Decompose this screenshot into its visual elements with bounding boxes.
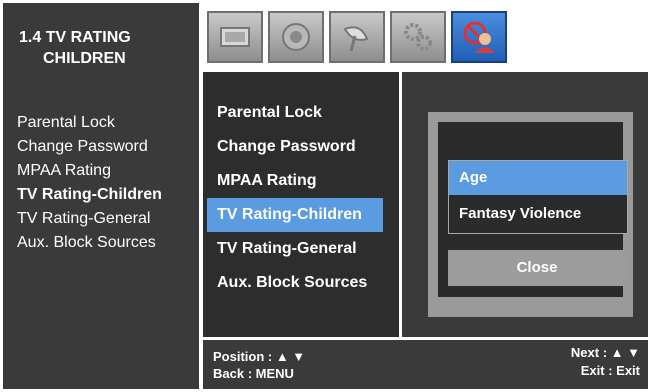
option-fantasy-violence[interactable]: Fantasy Violence (449, 197, 627, 231)
rating-dialog: Age Fantasy Violence Close (428, 112, 633, 317)
section-title-line2: CHILDREN (43, 50, 126, 67)
info-item-change-password: Change Password (17, 138, 148, 155)
hint-left: Position : ▲ ▼ Back : MENU (213, 348, 305, 382)
satellite-dish-icon (343, 26, 369, 52)
info-item-parental-lock: Parental Lock (17, 114, 115, 131)
back-hint: Back : MENU (213, 366, 294, 381)
picture-icon (220, 27, 250, 47)
menu-item-aux-block-sources[interactable]: Aux. Block Sources (207, 266, 383, 300)
submenu-panel: Age Fantasy Violence Close (402, 72, 648, 337)
hint-bar: Position : ▲ ▼ Back : MENU Next : ▲ ▼ Ex… (203, 340, 648, 389)
tab-picture[interactable] (207, 11, 263, 63)
sound-icon (282, 23, 310, 51)
parental-menu: Parental Lock Change Password MPAA Ratin… (203, 72, 399, 337)
menu-list: Parental Lock Change Password MPAA Ratin… (207, 96, 383, 300)
tab-parental[interactable] (451, 11, 507, 63)
osd-frame: 1.4 TV RATING CHILDREN Parental Lock Cha… (0, 0, 651, 392)
info-list: Parental Lock Change Password MPAA Ratin… (17, 111, 162, 255)
rating-options-list: Age Fantasy Violence (448, 160, 628, 234)
position-hint: Position : ▲ ▼ (213, 349, 306, 364)
option-age[interactable]: Age (449, 161, 627, 195)
next-hint: Next : ▲ ▼ (570, 345, 640, 360)
menu-item-tv-rating-general[interactable]: TV Rating-General (207, 232, 383, 266)
info-item-tv-rating-general: TV Rating-General (17, 210, 151, 227)
info-panel: 1.4 TV RATING CHILDREN Parental Lock Cha… (3, 3, 199, 389)
settings-gears-icon (404, 23, 432, 51)
info-item-tv-rating-children: TV Rating-Children (17, 186, 162, 203)
hint-right: Next : ▲ ▼ Exit : Exit (571, 344, 640, 380)
tab-channel[interactable] (329, 11, 385, 63)
tab-setup[interactable] (390, 11, 446, 63)
menu-item-tv-rating-children[interactable]: TV Rating-Children (207, 198, 383, 232)
section-title: 1.4 TV RATING CHILDREN (19, 27, 189, 69)
section-title-line1: 1.4 TV RATING (19, 29, 131, 46)
tab-sound[interactable] (268, 11, 324, 63)
parental-control-icon (463, 21, 495, 53)
menu-item-parental-lock[interactable]: Parental Lock (207, 96, 383, 130)
exit-hint: Exit : Exit (580, 363, 640, 378)
menu-item-change-password[interactable]: Change Password (207, 130, 383, 164)
info-item-aux-block-sources: Aux. Block Sources (17, 234, 156, 251)
rating-dialog-body: Age Fantasy Violence Close (438, 122, 628, 297)
info-item-mpaa-rating: MPAA Rating (17, 162, 111, 179)
close-button[interactable]: Close (448, 250, 626, 286)
menu-item-mpaa-rating[interactable]: MPAA Rating (207, 164, 383, 198)
menu-tab-bar (203, 3, 648, 69)
